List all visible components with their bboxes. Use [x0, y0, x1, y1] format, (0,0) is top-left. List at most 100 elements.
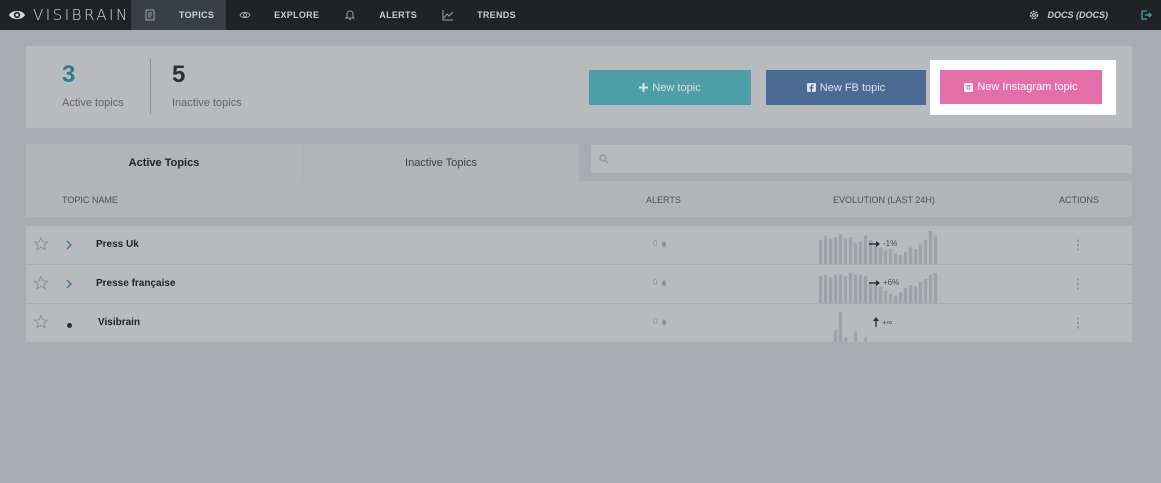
stats-panel: 3 Active topics 5 Inactive topics New to… [26, 46, 1132, 128]
alerts-count[interactable]: 0 [653, 317, 668, 326]
sparkline-bar [853, 274, 858, 303]
table-header: TOPIC NAME ALERTS EVOLUTION (LAST 24H) A… [26, 181, 1132, 217]
chevron-right-icon[interactable] [65, 279, 73, 289]
instagram-icon [964, 82, 974, 92]
sparkline-bar [928, 231, 933, 264]
alerts-count[interactable]: 0 [653, 239, 668, 248]
active-topics-stat: 3 Active topics [62, 60, 124, 109]
topic-name[interactable]: Visibrain [98, 317, 140, 328]
arrow-right-icon [869, 240, 880, 247]
more-actions-icon[interactable] [1076, 238, 1080, 252]
tab-inactive-label: Inactive Topics [405, 156, 477, 169]
sparkline-bar [893, 253, 898, 264]
sparkline-bar [838, 312, 843, 342]
nav-explore[interactable]: EXPLORE [226, 0, 331, 30]
sparkline-bar [843, 337, 848, 342]
sparkline-bar [848, 237, 853, 264]
sparkline-bar [863, 337, 868, 342]
top-nav: VISIBRAIN TOPICS EXPLORE ALERTS TRENDS D… [0, 0, 1161, 30]
bell-icon [661, 319, 668, 326]
sparkline-bar [918, 244, 923, 264]
star-icon[interactable] [33, 236, 49, 252]
new-fb-topic-label: New FB topic [819, 81, 886, 94]
table-row[interactable]: Visibrain 0 +∞ [26, 304, 1132, 342]
star-icon[interactable] [33, 275, 49, 291]
nav-alerts-label: ALERTS [379, 10, 418, 20]
sparkline-bar [863, 235, 868, 264]
sparkline-bar [823, 274, 828, 303]
chevron-right-icon[interactable] [65, 240, 73, 250]
instagram-button-highlight: New Instagram topic [930, 60, 1116, 115]
header-topic-name[interactable]: TOPIC NAME [62, 195, 118, 205]
sparkline-bar [883, 250, 888, 264]
active-topics-label: Active topics [62, 97, 124, 109]
table-row[interactable]: Presse française 0 +6% [26, 265, 1132, 303]
new-topic-label: New topic [652, 81, 701, 94]
sparkline-bar [828, 238, 833, 264]
evolution-text: +∞ [882, 317, 893, 327]
inactive-topics-count: 5 [172, 61, 186, 88]
sparkline-bar [913, 249, 918, 264]
search-input[interactable] [591, 145, 1132, 173]
star-icon[interactable] [33, 314, 49, 330]
sparkline-bar [893, 295, 898, 303]
sparkline-bar [843, 276, 848, 303]
sparkline-bar [848, 273, 853, 303]
tab-active-label: Active Topics [128, 156, 200, 169]
sparkline-bar [928, 274, 933, 303]
logout-button[interactable] [1140, 9, 1161, 21]
sparkline-bar [873, 246, 878, 264]
sparkline-bar [858, 274, 863, 303]
logout-icon [1141, 10, 1152, 20]
nav-trends[interactable]: TRENDS [429, 0, 528, 30]
more-actions-icon[interactable] [1076, 316, 1080, 330]
nav-trends-label: TRENDS [477, 10, 516, 20]
sparkline-bar [913, 286, 918, 303]
nav-alerts[interactable]: ALERTS [331, 0, 429, 30]
new-instagram-topic-button[interactable]: New Instagram topic [940, 70, 1102, 104]
sparkline-bar [838, 274, 843, 303]
sparkline-bar [833, 274, 838, 303]
alerts-count[interactable]: 0 [653, 278, 668, 287]
table-row[interactable]: Press Uk 0 -1% [26, 226, 1132, 264]
sparkline-bar [923, 240, 928, 264]
header-evolution[interactable]: EVOLUTION (LAST 24H) [833, 195, 935, 205]
account-menu[interactable]: DOCS (DOCS) [1028, 9, 1109, 21]
sparkline-bar [853, 331, 858, 342]
nav-explore-label: EXPLORE [274, 10, 320, 20]
sparkline-bar [853, 243, 858, 264]
evolution-value: +∞ [873, 317, 892, 327]
tab-inactive-topics[interactable]: Inactive Topics [303, 144, 579, 181]
topic-name[interactable]: Presse française [96, 278, 176, 289]
new-fb-topic-button[interactable]: New FB topic [766, 70, 926, 105]
new-topic-button[interactable]: New topic [589, 70, 751, 105]
sparkline-bar [823, 235, 828, 264]
account-label: DOCS (DOCS) [1047, 10, 1109, 20]
sparkline-bar [923, 279, 928, 303]
tab-active-topics[interactable]: Active Topics [26, 144, 302, 181]
nav-topics[interactable]: TOPICS [131, 0, 227, 30]
more-actions-icon[interactable] [1076, 277, 1080, 291]
sparkline-bar [833, 237, 838, 264]
topic-name[interactable]: Press Uk [96, 239, 139, 250]
sparkline-bar [863, 276, 868, 303]
header-actions: ACTIONS [1059, 195, 1100, 205]
sparkline-bar [833, 330, 838, 342]
sparkline-bar [888, 249, 893, 264]
sparkline-bar [818, 276, 823, 303]
nav-topics-label: TOPICS [179, 10, 215, 20]
sparkline-bar [933, 273, 938, 303]
bell-icon [661, 241, 668, 248]
app-logo[interactable]: VISIBRAIN [0, 0, 131, 30]
header-alerts[interactable]: ALERTS [646, 195, 681, 205]
bullet-icon [67, 323, 72, 328]
sparkline-bar [878, 286, 883, 303]
sparkline-bar [903, 288, 908, 303]
sparkline-bar [858, 241, 863, 264]
app-name: VISIBRAIN [33, 6, 130, 24]
active-topics-count: 3 [62, 61, 76, 88]
document-icon [143, 8, 157, 22]
sparkline-bar [838, 234, 843, 264]
eye-icon [238, 8, 252, 22]
bell-icon [661, 280, 668, 287]
